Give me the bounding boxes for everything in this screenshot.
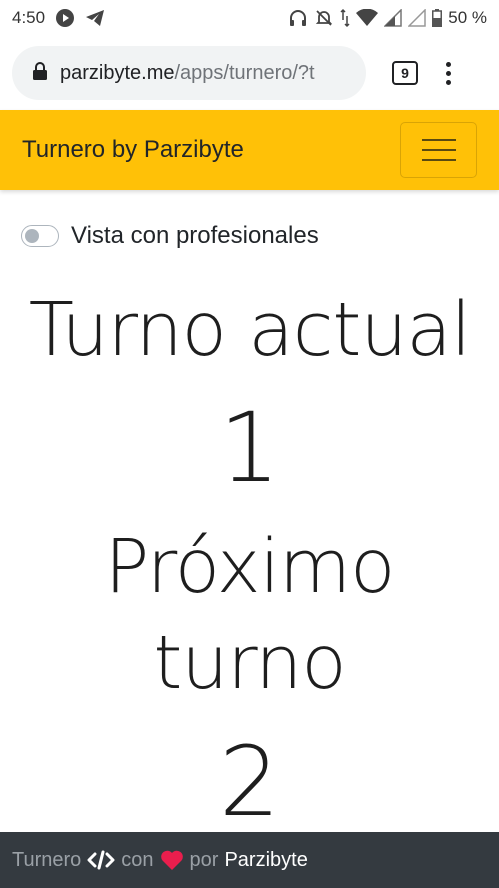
headphones-icon	[288, 8, 308, 28]
professionals-view-toggle[interactable]: Vista con profesionales	[21, 222, 319, 250]
battery-icon	[432, 9, 443, 27]
tabs-count-button[interactable]: 9	[392, 61, 418, 85]
browser-toolbar: parzibyte.me/apps/turnero/?t 9	[0, 36, 499, 110]
browser-menu-button[interactable]	[446, 61, 451, 85]
status-time: 4:50	[12, 8, 46, 27]
notifications-off-icon	[314, 8, 334, 28]
hamburger-line-icon	[421, 139, 456, 141]
footer-por: por	[189, 848, 219, 871]
hamburger-line-icon	[421, 159, 456, 161]
menu-dot-icon	[446, 61, 451, 67]
current-turn-number: 1	[218, 392, 281, 504]
url-domain: parzibyte.me	[60, 61, 175, 84]
footer-author-link[interactable]: Parzibyte	[224, 849, 307, 872]
menu-dot-icon	[446, 70, 451, 76]
code-icon	[87, 850, 115, 870]
navbar-brand[interactable]: Turnero by Parzibyte	[22, 136, 244, 164]
current-turn-title: Turno actual	[28, 287, 472, 373]
wifi-icon	[356, 9, 379, 27]
address-bar[interactable]: parzibyte.me/apps/turnero/?t	[12, 46, 366, 100]
toggle-knob	[25, 229, 39, 243]
toggle-label[interactable]: Vista con profesionales	[71, 222, 319, 250]
play-icon	[55, 8, 75, 28]
footer: Turnero con por Parzibyte	[0, 832, 499, 888]
next-turn-number: 2	[218, 726, 281, 838]
footer-con: con	[121, 848, 154, 871]
telegram-icon	[85, 9, 105, 27]
status-right: 50 %	[288, 8, 487, 28]
battery-percent: 50 %	[448, 8, 487, 27]
hamburger-line-icon	[421, 149, 456, 151]
status-left: 4:50	[12, 8, 105, 28]
navbar: Turnero by Parzibyte	[0, 110, 499, 190]
lock-icon	[32, 61, 48, 86]
status-bar: 4:50 50 %	[0, 0, 499, 36]
heart-icon	[160, 849, 184, 871]
signal-icon	[384, 9, 402, 27]
next-turn-title-line2: turno	[153, 620, 346, 706]
url-path: /apps/turnero/?t	[174, 61, 315, 84]
page: 4:50 50 % parzibyte.me /apps/turnero/?t …	[0, 0, 499, 888]
toggle-switch[interactable]	[21, 225, 59, 247]
navbar-toggler-button[interactable]	[400, 122, 477, 178]
next-turn-title-line1: Próximo	[104, 524, 396, 610]
footer-app-name: Turnero	[12, 848, 82, 871]
menu-dot-icon	[446, 79, 451, 85]
data-arrows-icon	[340, 8, 350, 28]
signal-icon-2	[408, 9, 426, 27]
